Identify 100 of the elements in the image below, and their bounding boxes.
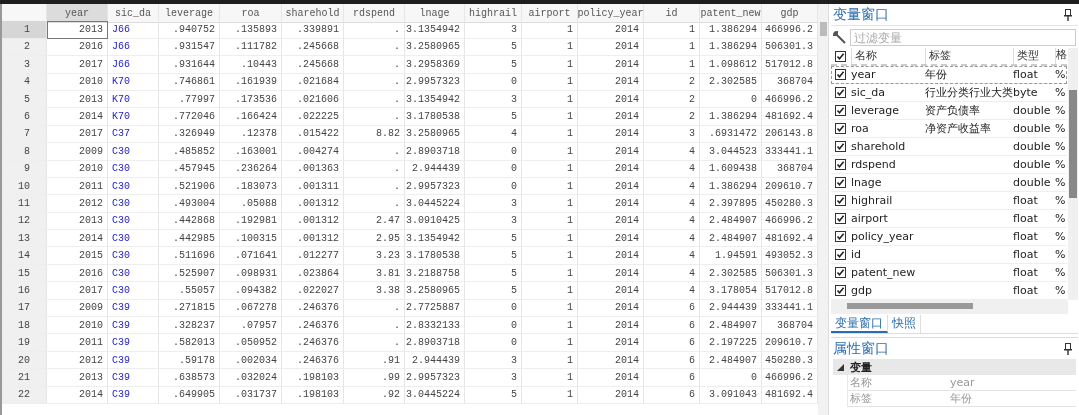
- variable-row[interactable]: roa 净资产收益率 double %: [831, 120, 1067, 138]
- checkbox[interactable]: [835, 105, 846, 116]
- table-cell: 4: [644, 160, 700, 178]
- table-cell: 3.38: [344, 282, 405, 300]
- column-header[interactable]: patent_new: [700, 4, 762, 23]
- table-cell: 2014: [578, 247, 644, 265]
- checkbox[interactable]: [835, 195, 846, 206]
- pin-icon[interactable]: [1064, 8, 1072, 21]
- checkbox[interactable]: [835, 159, 846, 170]
- row-number[interactable]: 16: [2, 282, 47, 300]
- table-cell: 0: [465, 160, 522, 178]
- table-cell: 2.944439: [405, 160, 465, 178]
- column-header[interactable]: sic_da: [108, 4, 159, 23]
- column-header[interactable]: lnage: [405, 4, 465, 23]
- filter-field[interactable]: 过滤变量: [850, 29, 1076, 46]
- row-number[interactable]: 3: [2, 56, 47, 74]
- column-header[interactable]: 类型: [1013, 48, 1055, 64]
- variable-row[interactable]: sharehold double %: [831, 138, 1067, 156]
- table-cell: .: [344, 143, 405, 161]
- variable-row[interactable]: year 年份 float %: [831, 66, 1067, 84]
- column-header[interactable]: airport: [522, 4, 578, 23]
- table-cell: 1: [522, 317, 578, 335]
- variable-row[interactable]: id float %: [831, 246, 1067, 264]
- table-cell: .094382: [220, 282, 282, 300]
- triangle-icon[interactable]: [837, 363, 844, 371]
- variable-name: sharehold: [851, 140, 907, 153]
- vertical-scrollbar[interactable]: [818, 4, 828, 415]
- table-cell: 4: [644, 212, 700, 231]
- table-cell: 3.091043: [700, 386, 762, 404]
- column-header[interactable]: rdspend: [344, 4, 405, 23]
- variable-name: roa: [851, 122, 870, 135]
- section-header[interactable]: 变量: [833, 359, 1076, 375]
- pin-icon[interactable]: [1064, 342, 1072, 355]
- table-cell: 4: [644, 247, 700, 265]
- table-cell: 2.484907: [700, 351, 762, 370]
- panel-tab[interactable]: 快照: [888, 315, 921, 333]
- table-cell: 5: [465, 108, 522, 126]
- column-header[interactable]: year: [47, 4, 108, 23]
- table-cell: 1: [522, 56, 578, 74]
- checkbox[interactable]: [835, 285, 846, 296]
- checkbox[interactable]: [835, 123, 846, 134]
- table-cell: 1: [522, 195, 578, 213]
- variable-row[interactable]: lnage double %: [831, 174, 1067, 192]
- table-cell: .: [344, 38, 405, 57]
- checkbox[interactable]: [835, 267, 846, 278]
- table-cell: .100315: [220, 230, 282, 248]
- table-cell: 4: [644, 230, 700, 248]
- row-number[interactable]: 14: [2, 247, 47, 265]
- variable-row[interactable]: policy_year float %: [831, 228, 1067, 246]
- variable-name: year: [851, 68, 877, 81]
- table-cell: 2014: [578, 264, 644, 283]
- checkbox[interactable]: [835, 231, 846, 242]
- variable-format: %: [1055, 104, 1067, 117]
- variable-row[interactable]: rdspend double %: [831, 156, 1067, 174]
- row-number[interactable]: 1: [2, 21, 47, 39]
- checkbox[interactable]: [835, 213, 846, 224]
- variable-name: id: [851, 248, 863, 261]
- column-header[interactable]: 标签: [925, 48, 1013, 64]
- checkbox[interactable]: [835, 177, 846, 188]
- row-number[interactable]: 21: [2, 369, 47, 387]
- variable-row[interactable]: airport float %: [831, 210, 1067, 228]
- variable-row[interactable]: leverage 资产负债率 double %: [831, 102, 1067, 120]
- checkbox[interactable]: [835, 87, 846, 98]
- column-header[interactable]: gdp: [762, 4, 818, 23]
- row-number[interactable]: 13: [2, 230, 47, 248]
- variable-row[interactable]: sic_da 行业分类行业大类byte %: [831, 84, 1067, 102]
- table-cell: C30: [108, 195, 159, 213]
- row-number[interactable]: 8: [2, 143, 47, 161]
- table-cell: .246376: [282, 351, 344, 370]
- column-header[interactable]: 名称: [851, 48, 925, 64]
- table-cell: 1: [522, 282, 578, 300]
- column-header[interactable]: highrail: [465, 4, 522, 23]
- variable-row[interactable]: patent_new float %: [831, 264, 1067, 282]
- variable-name: sic_da: [851, 86, 887, 99]
- panel-tab[interactable]: 变量窗口: [831, 315, 888, 333]
- row-number[interactable]: 18: [2, 317, 47, 335]
- variable-name: leverage: [851, 104, 901, 117]
- column-header[interactable]: leverage: [159, 4, 220, 23]
- horizontal-scrollbar[interactable]: [831, 300, 1068, 314]
- row-number[interactable]: 19: [2, 334, 47, 352]
- column-header[interactable]: sharehold: [282, 4, 344, 23]
- checkbox[interactable]: [835, 50, 846, 62]
- table-cell: .: [344, 90, 405, 109]
- column-header[interactable]: roa: [220, 4, 282, 23]
- row-number[interactable]: 11: [2, 195, 47, 213]
- variable-type: float: [1013, 248, 1039, 261]
- column-header[interactable]: policy_year: [578, 4, 644, 23]
- table-cell: .001312: [282, 195, 344, 213]
- column-header[interactable]: 格: [1055, 48, 1067, 64]
- variable-type: double: [1013, 140, 1052, 153]
- table-cell: 0: [465, 73, 522, 91]
- checkbox[interactable]: [835, 249, 846, 260]
- vertical-scrollbar[interactable]: [1068, 48, 1078, 300]
- checkbox[interactable]: [835, 69, 846, 80]
- variable-row[interactable]: highrail float %: [831, 192, 1067, 210]
- column-header[interactable]: id: [644, 4, 700, 23]
- checkbox[interactable]: [835, 141, 846, 152]
- table-cell: 2014: [578, 334, 644, 352]
- table-cell: 2014: [578, 230, 644, 248]
- row-number[interactable]: 6: [2, 108, 47, 126]
